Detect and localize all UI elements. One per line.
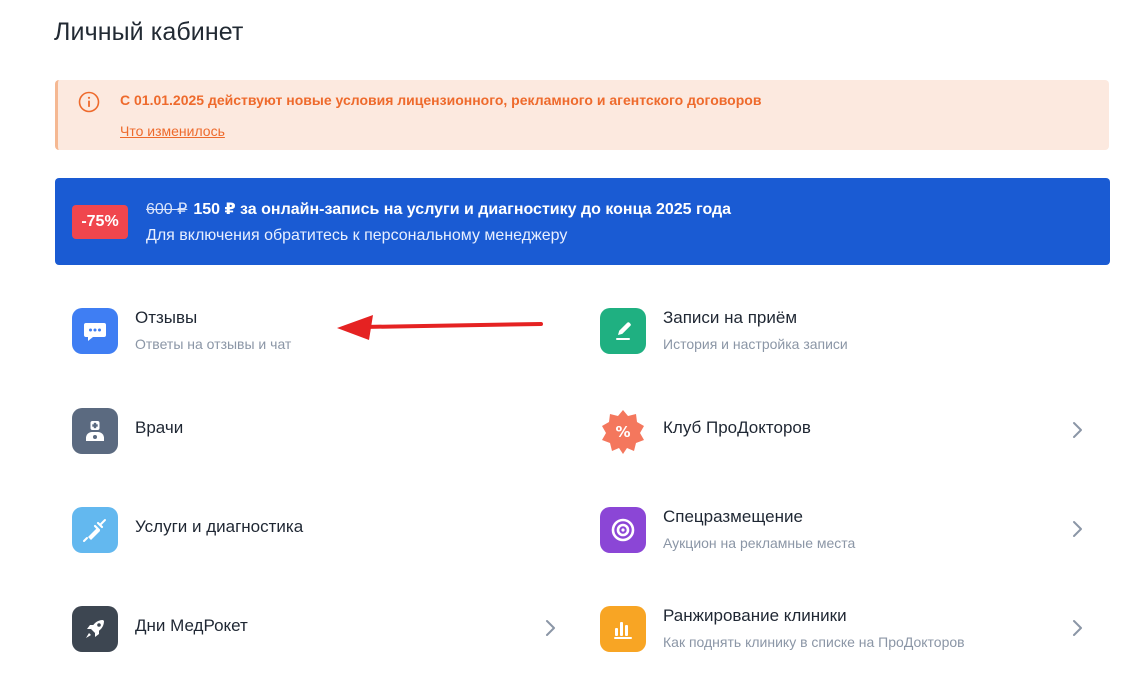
promo-headline: 600 ₽ 150 ₽ за онлайн-запись на услуги и … xyxy=(146,199,731,219)
menu-item-title: Ранжирование клиники xyxy=(663,606,847,625)
menu-item-subtitle: История и настройка записи xyxy=(663,336,848,352)
menu-item-title: Отзывы xyxy=(135,308,198,327)
menu-item-title: Дни МедРокет xyxy=(135,616,248,635)
chevron-right-icon xyxy=(1073,422,1082,438)
info-icon xyxy=(78,91,100,113)
promo-old-price: 600 ₽ xyxy=(146,201,188,218)
percent-badge-icon: % xyxy=(600,408,646,454)
annotation-arrow-icon xyxy=(337,315,543,340)
menu-item-title: Спецразмещение xyxy=(663,507,803,526)
target-icon xyxy=(600,507,646,553)
notice-text: С 01.01.2025 действуют новые условия лиц… xyxy=(120,92,762,108)
syringe-icon xyxy=(72,507,118,553)
rocket-icon xyxy=(72,606,118,652)
promo-headline-text: 150 ₽ за онлайн-запись на услуги и диагн… xyxy=(193,201,732,218)
menu-item-special-placement[interactable]: Спецразмещение Аукцион на рекламные мест… xyxy=(600,501,1090,561)
notice-banner: С 01.01.2025 действуют новые условия лиц… xyxy=(55,80,1109,150)
chat-bubble-icon xyxy=(72,308,118,354)
promo-subline: Для включения обратитесь к персональному… xyxy=(146,227,568,244)
menu-item-subtitle: Аукцион на рекламные места xyxy=(663,535,856,551)
edit-pen-icon xyxy=(600,308,646,354)
chevron-right-icon xyxy=(1073,521,1082,537)
discount-badge: -75% xyxy=(72,205,128,239)
menu-item-services[interactable]: Услуги и диагностика xyxy=(72,501,492,561)
bar-chart-icon xyxy=(600,606,646,652)
menu-item-club[interactable]: % Клуб ПроДокторов xyxy=(600,402,1090,462)
menu-item-clinic-ranking[interactable]: Ранжирование клиники Как поднять клинику… xyxy=(600,600,1090,660)
promo-banner[interactable]: -75% 600 ₽ 150 ₽ за онлайн-запись на услу… xyxy=(55,178,1110,265)
menu-item-title: Записи на приём xyxy=(663,308,798,327)
menu-item-subtitle: Как поднять клинику в списке на ПроДокто… xyxy=(663,634,965,650)
chevron-right-icon xyxy=(546,620,555,636)
doctor-icon xyxy=(72,408,118,454)
notice-link[interactable]: Что изменилось xyxy=(120,123,225,139)
svg-text:%: % xyxy=(615,423,630,441)
menu-item-appointments[interactable]: Записи на приём История и настройка запи… xyxy=(600,302,1100,362)
menu-item-subtitle: Ответы на отзывы и чат xyxy=(135,336,292,352)
menu-item-medrocket-days[interactable]: Дни МедРокет xyxy=(72,600,562,660)
menu-item-title: Клуб ПроДокторов xyxy=(663,418,811,437)
page-title: Личный кабинет xyxy=(54,18,244,46)
chevron-right-icon xyxy=(1073,620,1082,636)
menu-item-doctors[interactable]: Врачи xyxy=(72,402,492,462)
menu-item-title: Врачи xyxy=(135,418,184,437)
menu-item-title: Услуги и диагностика xyxy=(135,517,304,536)
